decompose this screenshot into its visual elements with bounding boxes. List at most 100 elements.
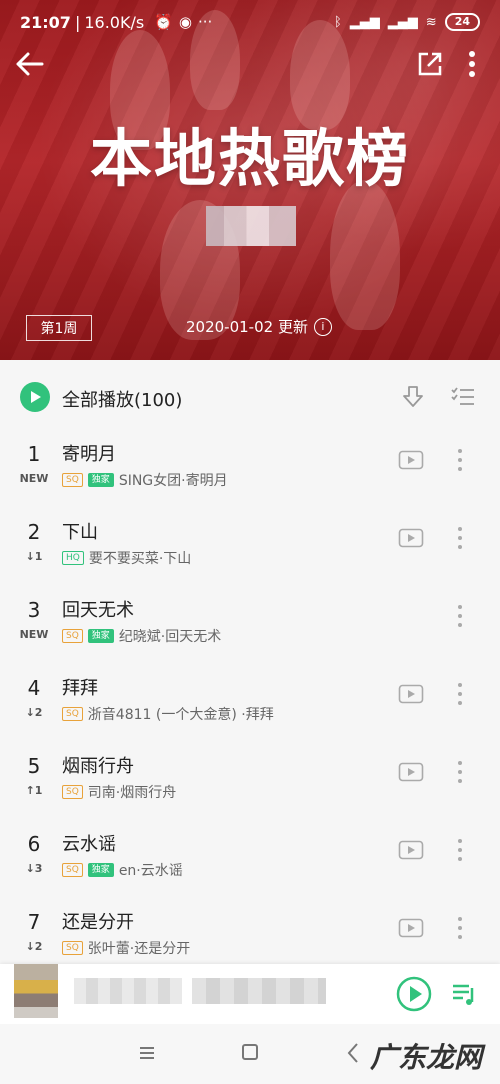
song-row[interactable]: 4 ↓2 拜拜 SQ 浙音4811 (一个大金意) ·拜拜: [0, 666, 500, 744]
signal-icon: ▂▄▆: [387, 14, 418, 30]
hq-quality-badge: HQ: [62, 551, 84, 565]
network-speed: 16.0K/s: [84, 12, 145, 32]
song-title: 还是分开: [62, 912, 134, 933]
song-meta: SQ 张叶蕾·还是分开: [62, 938, 190, 958]
sq-quality-badge: SQ: [62, 863, 83, 877]
mv-play-icon[interactable]: [398, 684, 424, 704]
download-icon[interactable]: [400, 384, 426, 410]
share-icon[interactable]: [414, 48, 446, 80]
signal-icon: ▂▄▆: [349, 14, 380, 30]
play-all-label: 全部播放(100): [62, 390, 183, 411]
exclusive-badge: 独家: [87, 473, 114, 487]
mv-play-icon[interactable]: [398, 918, 424, 938]
song-row[interactable]: 2 ↓1 下山 HQ 要不要买菜·下山: [0, 510, 500, 588]
home-icon[interactable]: [242, 1044, 258, 1060]
song-row[interactable]: 6 ↓3 云水谣 SQ 独家 en·云水谣: [0, 822, 500, 900]
multi-select-icon[interactable]: [450, 384, 476, 410]
song-row[interactable]: 3 NEW 回天无术 SQ 独家 纪晓斌·回天无术: [0, 588, 500, 666]
song-artist: SING女团·寄明月: [118, 473, 228, 489]
song-row[interactable]: 1 NEW 寄明月 SQ 独家 SING女团·寄明月: [0, 432, 500, 510]
mv-play-icon[interactable]: [398, 450, 424, 470]
sq-quality-badge: SQ: [62, 629, 83, 643]
song-rank: 5: [27, 754, 41, 778]
song-more-icon[interactable]: [452, 836, 468, 864]
song-title: 寄明月: [62, 444, 116, 465]
song-rank: 2: [27, 520, 41, 544]
nav-back-icon[interactable]: [346, 1042, 360, 1064]
sq-quality-badge: SQ: [62, 941, 83, 955]
chart-header: 21:07 | 16.0K/s ⏰ ◉ ··· ᛒ ▂▄▆ ▂▄▆ ≋ 24 本…: [0, 0, 500, 360]
rank-trend: ↓2: [25, 940, 43, 953]
song-title: 回天无术: [62, 600, 134, 621]
song-meta: HQ 要不要买菜·下山: [62, 548, 191, 568]
alarm-icon: ⏰: [154, 13, 173, 31]
rank-trend: NEW: [19, 472, 49, 485]
bluetooth-icon: ᛒ: [333, 14, 342, 30]
sq-quality-badge: SQ: [62, 785, 83, 799]
song-more-icon[interactable]: [452, 602, 468, 630]
song-rank: 7: [27, 910, 41, 934]
play-icon: [31, 391, 41, 403]
mv-play-icon[interactable]: [398, 762, 424, 782]
info-icon[interactable]: i: [313, 317, 332, 336]
song-more-icon[interactable]: [452, 914, 468, 942]
mv-play-icon[interactable]: [398, 528, 424, 548]
sq-quality-badge: SQ: [62, 707, 83, 721]
album-cover[interactable]: [14, 964, 58, 1018]
rank-trend: ↓1: [25, 550, 43, 563]
song-title: 云水谣: [62, 834, 116, 855]
song-meta: SQ 独家 en·云水谣: [62, 860, 183, 880]
playlist-icon[interactable]: [450, 980, 478, 1008]
song-rank: 1: [27, 442, 41, 466]
chart-title: 本地热歌榜: [89, 122, 410, 195]
week-badge: 第1周: [26, 315, 92, 341]
status-time: 21:07: [20, 12, 71, 32]
play-all-button[interactable]: [20, 382, 50, 412]
mini-player[interactable]: [0, 964, 500, 1024]
song-meta: SQ 浙音4811 (一个大金意) ·拜拜: [62, 704, 274, 724]
blurred-subtitle: [206, 206, 296, 246]
song-row[interactable]: 5 ↑1 烟雨行舟 SQ 司南·烟雨行舟: [0, 744, 500, 822]
song-rank: 4: [27, 676, 41, 700]
song-artist: 张叶蕾·还是分开: [87, 941, 191, 957]
update-info: 2020-01-02 更新 i: [186, 316, 332, 337]
song-more-icon[interactable]: [452, 758, 468, 786]
exclusive-badge: 独家: [87, 629, 114, 643]
rank-trend: ↑1: [25, 784, 43, 797]
mv-play-icon[interactable]: [398, 840, 424, 860]
song-rank: 3: [27, 598, 41, 622]
menu-icon[interactable]: [138, 1044, 156, 1062]
blurred-song-artist: [192, 978, 326, 1004]
song-meta: SQ 独家 SING女团·寄明月: [62, 470, 228, 490]
song-title: 烟雨行舟: [62, 756, 134, 777]
song-meta: SQ 司南·烟雨行舟: [62, 782, 176, 802]
song-title: 下山: [62, 522, 98, 543]
rank-trend: ↓3: [25, 862, 43, 875]
song-artist: 纪晓斌·回天无术: [118, 629, 222, 645]
blurred-song-title: [74, 978, 182, 1004]
song-artist: 浙音4811 (一个大金意) ·拜拜: [87, 707, 274, 723]
back-arrow-icon[interactable]: [12, 46, 48, 82]
song-title: 拜拜: [62, 678, 98, 699]
song-more-icon[interactable]: [452, 524, 468, 552]
play-all-row[interactable]: 全部播放(100): [0, 380, 500, 420]
song-artist: en·云水谣: [118, 863, 183, 879]
status-bar: 21:07 | 16.0K/s ⏰ ◉ ··· ᛒ ▂▄▆ ▂▄▆ ≋ 24: [0, 0, 500, 44]
player-play-icon[interactable]: [396, 976, 432, 1012]
rank-trend: NEW: [19, 628, 49, 641]
rank-trend: ↓2: [25, 706, 43, 719]
more-notifications-icon: ···: [197, 13, 213, 31]
song-list-panel: 全部播放(100) 1 NEW 寄明月 SQ 独家 SING女团·寄明月 2 ↓1 下山 HQ 要不…: [0, 360, 500, 970]
wifi-icon: ≋: [425, 14, 437, 30]
song-artist: 司南·烟雨行舟: [87, 785, 177, 801]
song-meta: SQ 独家 纪晓斌·回天无术: [62, 626, 221, 646]
header-artwork: [330, 180, 400, 330]
song-more-icon[interactable]: [452, 446, 468, 474]
song-more-icon[interactable]: [452, 680, 468, 708]
app-icon: ◉: [178, 13, 192, 31]
more-vertical-icon[interactable]: [460, 48, 484, 80]
sq-quality-badge: SQ: [62, 473, 83, 487]
song-artist: 要不要买菜·下山: [88, 551, 192, 567]
watermark: 广东龙网: [370, 1041, 483, 1074]
update-date: 2020-01-02 更新: [186, 318, 308, 336]
